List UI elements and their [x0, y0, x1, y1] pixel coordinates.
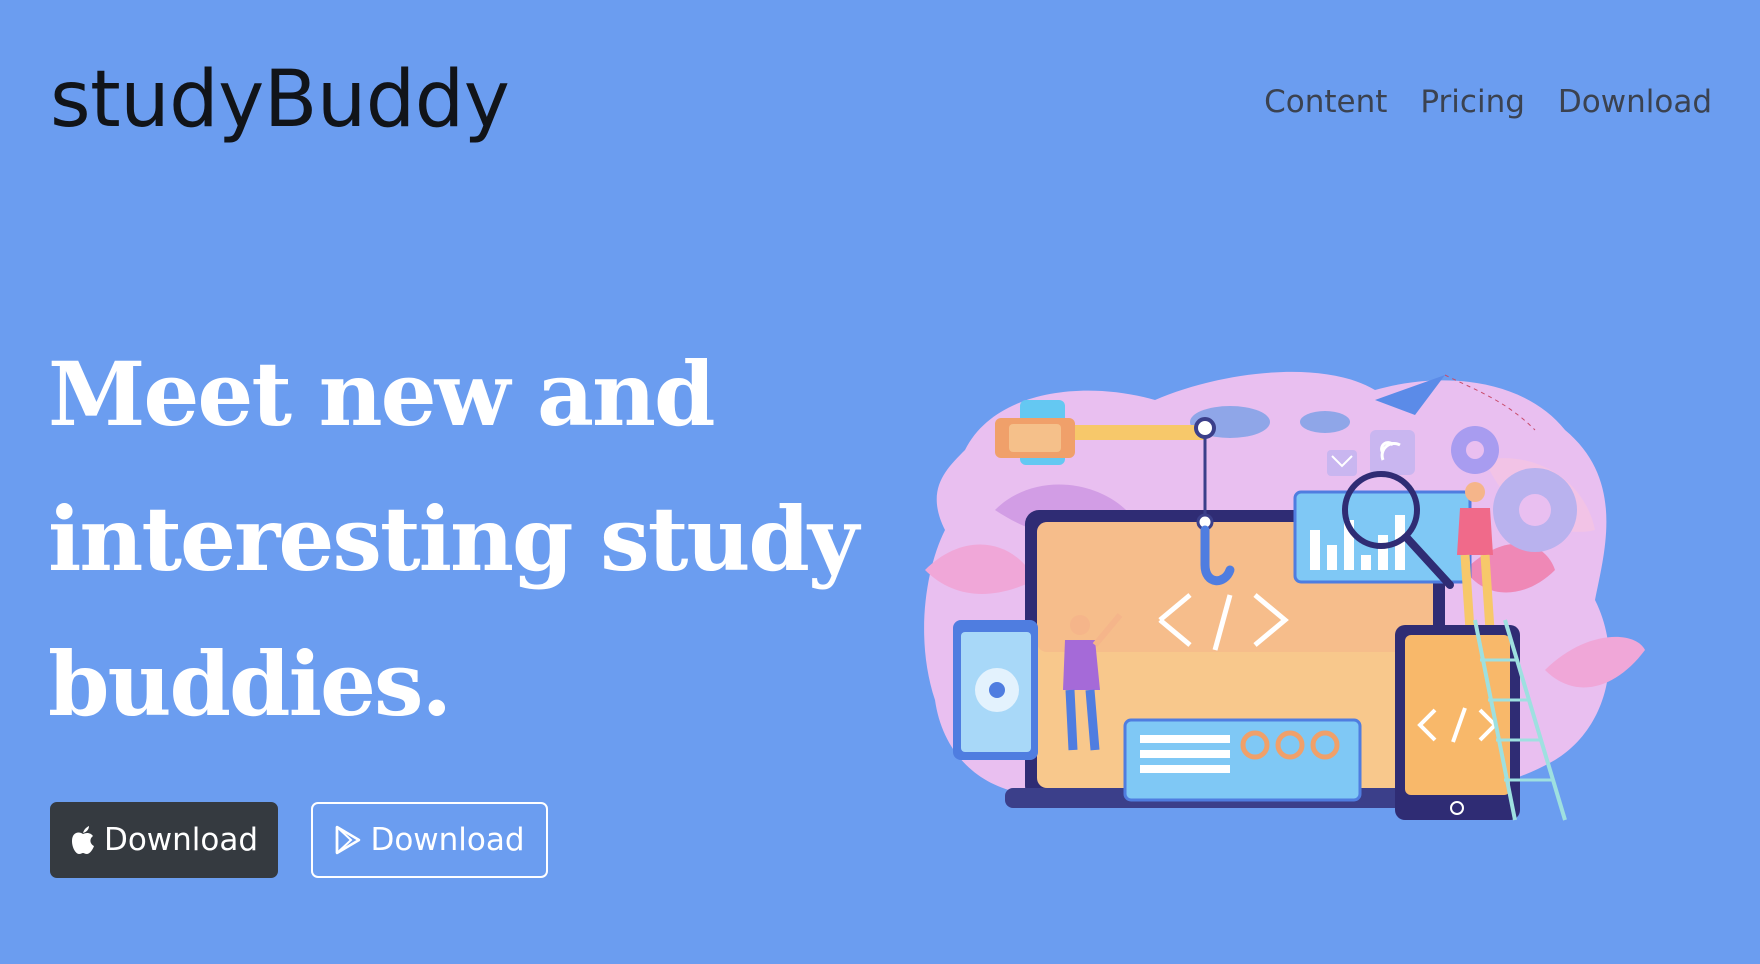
- nav-links: Content Pricing Download: [1264, 78, 1712, 126]
- hero-illustration: [924, 371, 1645, 821]
- apple-download-label: Download: [103, 822, 259, 858]
- brand-logo[interactable]: studyBuddy: [50, 52, 510, 148]
- apple-logo-icon: [70, 825, 96, 855]
- google-play-icon: [334, 825, 362, 855]
- nav-link-content[interactable]: Content: [1264, 78, 1387, 126]
- download-buttons: Download Download: [50, 802, 548, 878]
- navbar: studyBuddy Content Pricing Download: [0, 0, 1760, 200]
- hero-headline: Meet new and interesting study buddies.: [48, 342, 859, 736]
- google-play-download-button[interactable]: Download: [311, 802, 548, 878]
- nav-link-pricing[interactable]: Pricing: [1420, 78, 1525, 126]
- google-play-download-label: Download: [370, 822, 525, 858]
- apple-download-button[interactable]: Download: [50, 802, 278, 878]
- nav-link-download[interactable]: Download: [1558, 78, 1712, 126]
